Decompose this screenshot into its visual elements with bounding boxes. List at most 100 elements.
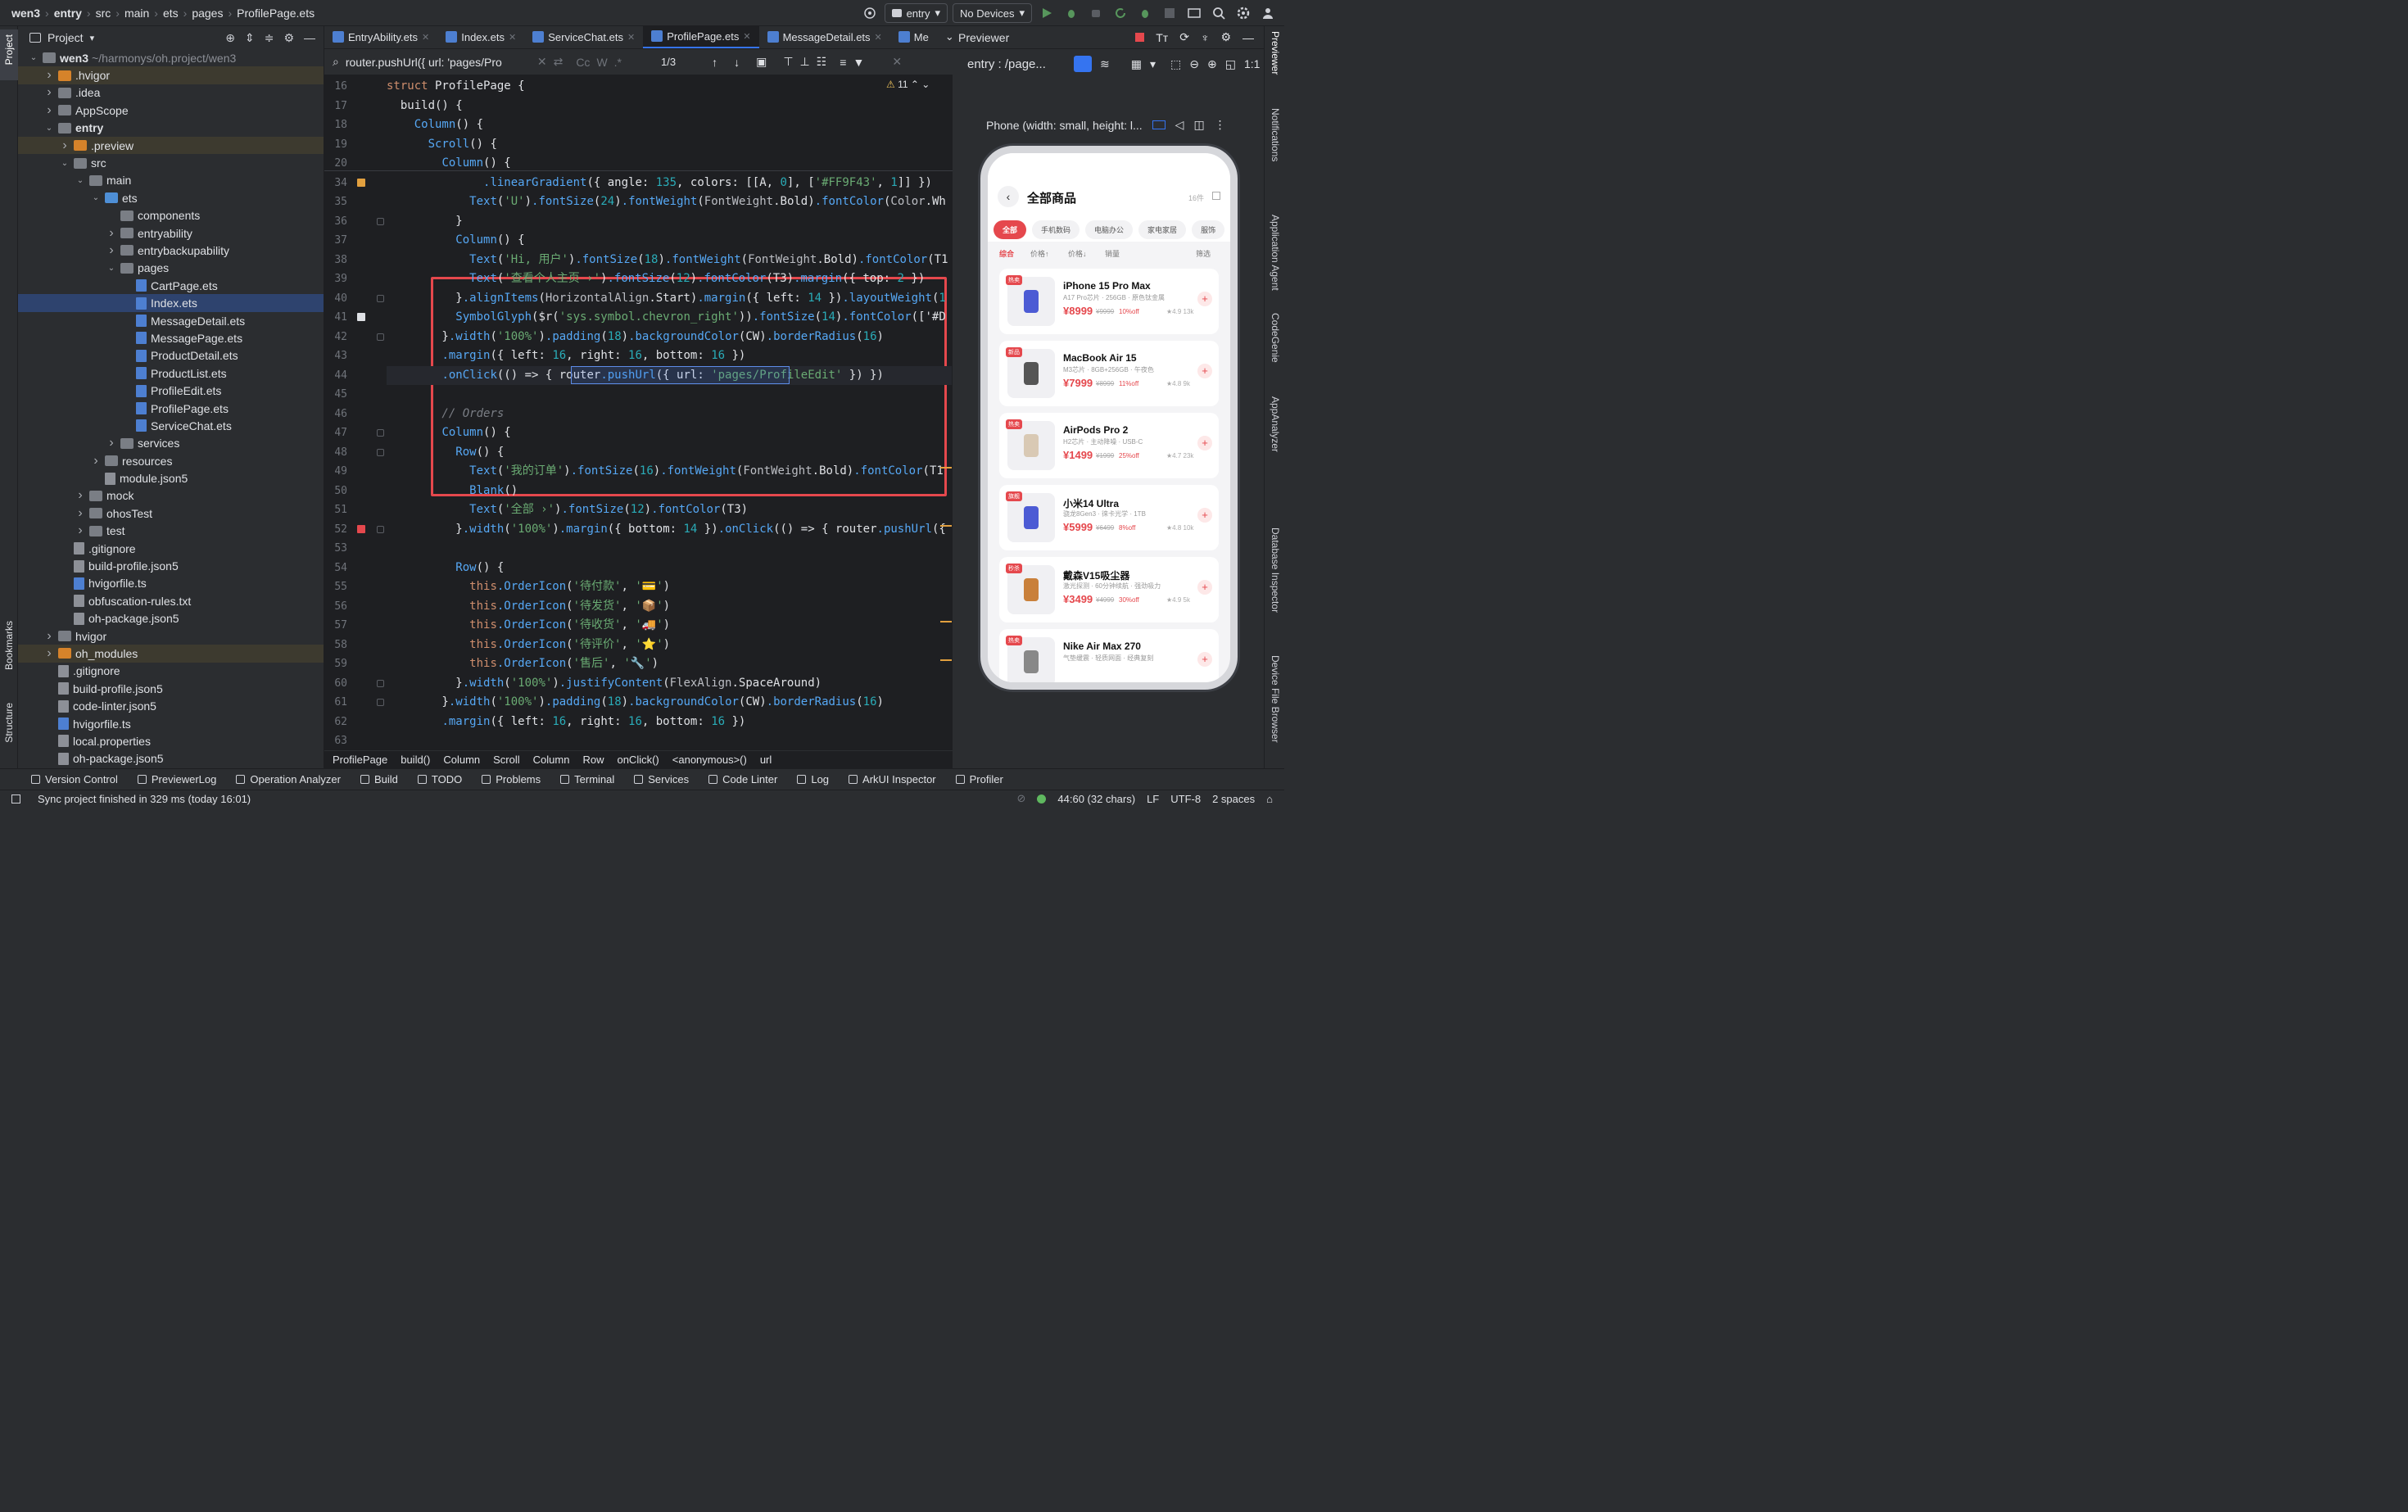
editor-tab[interactable]: Index.ets ✕ [437, 25, 524, 48]
code-line[interactable]: .margin({ left: 16, right: 16, bottom: 1… [387, 346, 745, 366]
device-dropdown[interactable]: No Devices ▾ [953, 3, 1032, 23]
add-to-cart-button[interactable]: + [1197, 292, 1212, 306]
tree-item[interactable]: › hvigor [18, 627, 324, 645]
tree-item[interactable]: obfuscation-rules.txt [18, 592, 324, 609]
lock-icon[interactable]: ⌂ [1266, 793, 1273, 805]
chevron-right-icon[interactable]: › [43, 629, 55, 644]
zoom-in-icon[interactable]: ⊕ [1207, 57, 1217, 71]
code-line[interactable]: }.width('100%').margin({ bottom: 14 }).o… [387, 520, 946, 540]
structure-tool-tab[interactable]: Structure [3, 703, 15, 743]
tree-item[interactable]: .gitignore [18, 663, 324, 680]
close-find-icon[interactable]: ✕ [892, 55, 902, 69]
project-panel-title[interactable]: Project [48, 31, 84, 44]
fold-marker-icon[interactable] [377, 699, 384, 706]
tree-item[interactable]: .gitignore [18, 540, 324, 557]
component-mode-icon[interactable] [1074, 56, 1092, 72]
replace-toggle-icon[interactable]: ⇄ [554, 55, 564, 69]
stop-icon[interactable] [1160, 3, 1179, 23]
match-case-toggle[interactable]: Cc [576, 56, 590, 69]
status-message[interactable]: Sync project finished in 329 ms (today 1… [38, 793, 251, 805]
tree-item[interactable]: ⌄ src [18, 154, 324, 171]
right-tool-tab[interactable]: CodeGenie [1270, 313, 1281, 363]
tree-item[interactable]: MessagePage.ets [18, 329, 324, 346]
bottom-tool-tab[interactable]: Build [360, 773, 398, 785]
bottom-tool-tab[interactable]: Operation Analyzer [236, 773, 341, 785]
tree-item[interactable]: components [18, 207, 324, 224]
category-chip[interactable]: 家电家居 [1138, 220, 1187, 239]
debug-icon[interactable] [1061, 3, 1081, 23]
breadcrumb-main[interactable]: main [121, 7, 152, 20]
chevron-right-icon[interactable]: › [90, 454, 102, 469]
line-separator[interactable]: LF [1147, 793, 1159, 805]
fold-marker-icon[interactable] [377, 679, 384, 687]
code-line[interactable]: build() { [387, 97, 463, 116]
breadcrumb-item[interactable]: Scroll [493, 754, 520, 766]
chevron-down-icon[interactable]: ⌄ [75, 176, 86, 185]
tree-item[interactable]: build-profile.json5 [18, 557, 324, 574]
refresh-icon[interactable]: ⟳ [1179, 30, 1189, 44]
chevron-right-icon[interactable]: › [43, 103, 55, 118]
code-line[interactable]: struct ProfilePage { [387, 77, 525, 97]
tree-item[interactable]: ProfilePage.ets [18, 400, 324, 417]
tree-item[interactable]: ⌄ entry [18, 120, 324, 137]
tree-item[interactable]: ⌄ ets [18, 189, 324, 206]
code-line[interactable]: // Orders [387, 405, 504, 424]
layers-icon[interactable]: ≋ [1100, 57, 1110, 71]
fold-marker-icon[interactable] [377, 217, 384, 225]
tree-item[interactable]: › test [18, 523, 324, 540]
editor-tab[interactable]: ServiceChat.ets ✕ [524, 25, 643, 48]
select-all-icon[interactable]: ☷ [817, 55, 827, 69]
panel-toggle-icon[interactable] [11, 794, 20, 804]
right-tool-tab[interactable]: Previewer [1270, 31, 1281, 75]
chevron-right-icon[interactable]: › [106, 436, 117, 450]
more-options-icon[interactable]: ⋮ [1215, 118, 1226, 132]
previous-match-icon[interactable]: ↑ [712, 56, 717, 69]
collapse-all-icon[interactable]: ≑ [265, 31, 274, 45]
add-to-cart-button[interactable]: + [1197, 364, 1212, 378]
editor-tab[interactable]: Me [890, 25, 937, 48]
code-line[interactable]: Text('全部 ›').fontSize(12).fontColor(T3) [387, 500, 748, 520]
category-chip[interactable]: 电脑办公 [1085, 220, 1134, 239]
code-line[interactable]: Text('查看个人主页 ›').fontSize(12).fontColor(… [387, 269, 925, 289]
apply-changes-icon[interactable] [1135, 3, 1155, 23]
code-line[interactable]: .margin({ left: 16, right: 16, bottom: 1… [387, 713, 745, 732]
bottom-tool-tab[interactable]: Profiler [955, 773, 1003, 785]
expand-all-icon[interactable]: ⇕ [245, 31, 255, 45]
device-manager-icon[interactable] [1184, 3, 1204, 23]
gear-icon[interactable]: ⚙ [283, 31, 294, 45]
fold-marker-icon[interactable] [377, 448, 384, 456]
tree-item[interactable]: ⌄ main [18, 172, 324, 189]
code-line[interactable]: .linearGradient({ angle: 135, colors: [[… [387, 174, 932, 193]
code-line[interactable]: Row() { [387, 559, 504, 578]
one-to-one-icon[interactable]: 1:1 [1244, 57, 1260, 70]
tree-item[interactable]: › entryability [18, 224, 324, 242]
chevron-down-icon[interactable]: ⌄ [90, 193, 102, 202]
tree-item[interactable]: MessageDetail.ets [18, 312, 324, 329]
add-to-cart-button[interactable]: + [1197, 652, 1212, 667]
product-card[interactable]: 秒杀 戴森V15吸尘器 激光探测 · 60分钟续航 · 强劲吸力 ¥3499 ¥4999… [999, 557, 1219, 622]
chevron-right-icon[interactable]: › [43, 85, 55, 100]
locate-icon[interactable]: ⊕ [225, 31, 235, 45]
bottom-tool-tab[interactable]: PreviewerLog [137, 773, 216, 785]
sort-option[interactable]: 价格↑ [1030, 248, 1049, 259]
right-tool-tab[interactable]: Notifications [1270, 108, 1281, 161]
file-encoding[interactable]: UTF-8 [1170, 793, 1201, 805]
breadcrumb-item[interactable]: url [760, 754, 772, 766]
fit-screen-icon[interactable]: ⬚ [1170, 57, 1181, 71]
chevron-right-icon[interactable]: › [75, 488, 86, 503]
chevron-down-icon[interactable]: ⌄ [28, 53, 39, 62]
caret-position[interactable]: 44:60 (32 chars) [1057, 793, 1135, 805]
tree-item[interactable]: › AppScope [18, 102, 324, 119]
zoom-out-icon[interactable]: ⊖ [1189, 57, 1199, 71]
filter-icon[interactable]: ▼ [853, 56, 864, 69]
bottom-tool-tab[interactable]: Version Control [31, 773, 118, 785]
chevron-down-icon[interactable]: ⌄ [106, 264, 117, 273]
tree-item[interactable]: CartPage.ets [18, 277, 324, 294]
code-line[interactable]: this.OrderIcon('待付款', '💳') [387, 577, 670, 597]
chevron-right-icon[interactable]: › [75, 523, 86, 538]
breadcrumb-module[interactable]: entry [51, 7, 85, 20]
grid-view-icon[interactable] [1212, 192, 1220, 200]
editor-tab[interactable]: ProfilePage.ets ✕ [643, 25, 759, 48]
code-line[interactable]: SymbolGlyph($r('sys.symbol.chevron_right… [387, 308, 946, 328]
account-icon[interactable] [1258, 3, 1278, 23]
